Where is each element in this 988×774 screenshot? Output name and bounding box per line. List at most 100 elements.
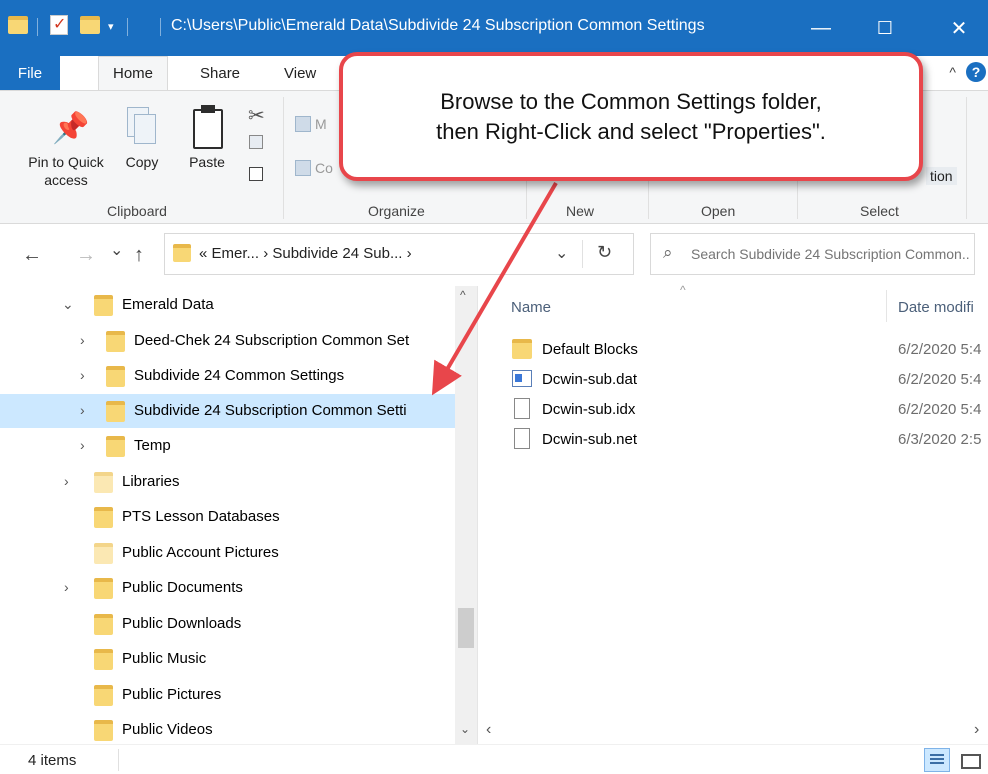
tree-item-deed-chek[interactable]: › Deed-Chek 24 Subscription Common Set [0,324,455,358]
search-input[interactable] [691,240,969,268]
horizontal-scrollbar[interactable]: ‹ › [478,720,988,742]
back-button[interactable]: ← [22,244,42,267]
column-header-date-modified[interactable]: Date modifi [898,299,974,316]
tree-item-label: Deed-Chek 24 Subscription Common Set [134,332,410,349]
window-title: C:\Users\Public\Emerald Data\Subdivide 2… [171,17,705,34]
minimize-button[interactable]: — [798,0,844,56]
copy-button[interactable]: Copy [118,153,166,171]
tree-item-public-pictures[interactable]: Public Pictures [0,678,455,712]
scroll-down-icon[interactable]: ⌄ [460,722,470,736]
folder-icon [8,16,28,34]
folder-icon [94,507,113,528]
select-group-label: Select [860,203,899,219]
status-bar: 4 items [0,744,988,774]
scrollbar-thumb[interactable] [458,608,474,648]
list-item[interactable]: Default Blocks 6/2/2020 5:4 [512,336,988,364]
tree-item-public-documents[interactable]: › Public Documents [0,571,455,605]
tree-item-label: PTS Lesson Databases [122,508,280,525]
list-item[interactable]: Dcwin-sub.idx 6/2/2020 5:4 [512,396,988,424]
tree-item-subdivide-subscription[interactable]: › Subdivide 24 Subscription Common Setti [0,394,455,428]
list-item[interactable]: Dcwin-sub.dat 6/2/2020 5:4 [512,366,988,394]
tree-item-temp[interactable]: › Temp [0,429,455,463]
scroll-right-icon[interactable]: › [974,721,979,739]
instruction-callout: Browse to the Common Settings folder, th… [339,52,923,181]
tree-item-public-account-pictures[interactable]: Public Account Pictures [0,536,455,570]
navigation-pane: ⌄ Emerald Data › Deed-Chek 24 Subscripti… [0,286,477,744]
paste-shortcut-icon[interactable] [249,167,263,181]
tree-item-label: Subdivide 24 Subscription Common Setti [134,402,407,419]
list-item[interactable]: Dcwin-sub.net 6/3/2020 2:5 [512,426,988,454]
pin-to-quick-access-button[interactable]: Pin to Quick access [14,153,118,189]
help-icon[interactable]: ? [966,62,986,82]
chevron-right-icon[interactable]: › [64,579,69,595]
large-icons-view-icon[interactable] [956,748,982,772]
collapse-ribbon-icon[interactable]: ^ [949,64,956,80]
tree-item-public-music[interactable]: Public Music [0,642,455,676]
library-icon [94,472,113,493]
scroll-up-icon[interactable]: ^ [460,288,466,302]
cut-icon[interactable]: ✂ [248,103,265,128]
file-name: Dcwin-sub.net [542,431,638,448]
close-button[interactable]: ✕ [936,0,982,56]
select-button[interactable]: tion [926,167,957,185]
folder-icon [94,295,113,316]
tree-item-label: Subdivide 24 Common Settings [134,367,345,384]
tree-item-subdivide-common[interactable]: › Subdivide 24 Common Settings [0,359,455,393]
copy-icon[interactable] [127,107,157,147]
chevron-down-icon[interactable]: ⌄ [62,296,74,313]
column-header-name[interactable]: Name [511,299,551,316]
pin-icon[interactable]: 📌 [52,111,89,151]
callout-text: Browse to the Common Settings folder, th… [436,88,826,144]
up-button[interactable]: ↑ [134,244,144,267]
status-divider [118,749,119,771]
address-bar[interactable]: « Emer... › Subdivide 24 Sub... › ⌄ ↻ [164,233,634,275]
scroll-left-icon[interactable]: ‹ [486,721,491,739]
tree-item-label: Public Downloads [122,615,242,632]
search-icon: ⌕ [663,243,673,262]
tree-item-pts-lesson-databases[interactable]: PTS Lesson Databases [0,500,455,534]
copy-path-icon[interactable] [249,135,263,149]
ribbon-divider [966,97,967,219]
file-date: 6/3/2020 2:5 [898,431,982,448]
chevron-right-icon[interactable]: › [80,437,85,453]
chevron-right-icon[interactable]: › [80,402,85,418]
move-to-button[interactable]: M [295,111,327,137]
tab-view[interactable]: View [270,56,330,90]
tree-item-emerald-data[interactable]: ⌄ Emerald Data [0,288,455,322]
customize-quick-access-icon[interactable]: ▾ [108,20,114,33]
address-dropdown-button[interactable]: ⌄ [555,243,568,263]
chevron-right-icon[interactable]: › [80,332,85,348]
tab-share[interactable]: Share [186,56,254,90]
details-view-icon[interactable] [924,748,950,772]
refresh-button[interactable]: ↻ [597,242,612,263]
folder-icon [94,543,113,564]
folder-icon [173,244,191,262]
chevron-right-icon[interactable]: › [80,367,85,383]
properties-quick-access-icon[interactable] [50,14,68,35]
forward-button[interactable]: → [76,244,96,267]
column-divider[interactable] [886,290,887,322]
paste-button[interactable]: Paste [180,153,234,171]
move-to-label: M [315,116,327,132]
maximize-button[interactable]: ☐ [862,0,908,56]
open-group-label: Open [701,203,736,219]
tree-item-label: Public Videos [122,721,213,738]
tree-item-public-downloads[interactable]: Public Downloads [0,607,455,641]
tree-item-label: Public Documents [122,579,243,596]
tree-item-libraries[interactable]: › Libraries [0,465,455,499]
navigation-scrollbar[interactable]: ^ ⌄ [455,286,477,744]
tab-home[interactable]: Home [98,56,169,90]
tab-file[interactable]: File [0,56,60,90]
chevron-right-icon[interactable]: › [64,473,69,489]
new-folder-quick-access-icon[interactable] [80,16,100,34]
recent-locations-button[interactable]: ⌄ [110,240,123,260]
copy-to-button[interactable]: Co [295,155,333,181]
blank-file-icon [514,398,530,419]
breadcrumb[interactable]: « Emer... › Subdivide 24 Sub... › [199,245,412,262]
paste-icon[interactable] [193,105,223,149]
tree-item-public-videos[interactable]: Public Videos [0,713,455,744]
file-date: 6/2/2020 5:4 [898,371,982,388]
search-box[interactable]: ⌕ [650,233,975,275]
file-name: Default Blocks [542,341,638,358]
toolbar-divider [160,18,161,36]
